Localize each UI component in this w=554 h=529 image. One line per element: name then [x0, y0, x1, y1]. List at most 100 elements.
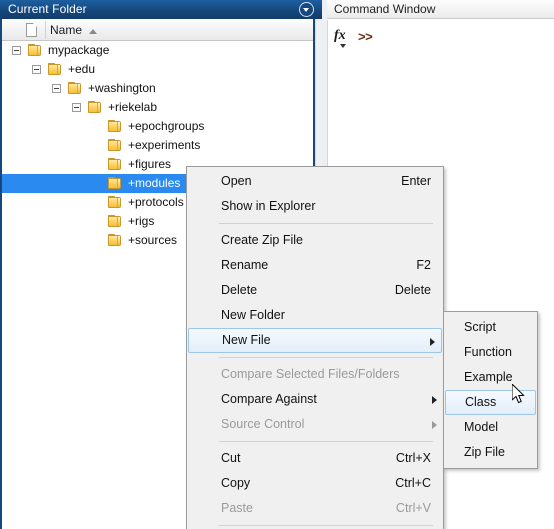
menu-item-label: Show in Explorer — [221, 199, 316, 213]
menu-item-label: Paste — [221, 501, 253, 515]
new-file-submenu[interactable]: Script Function Example Class Model Zip File — [443, 311, 538, 469]
menu-item[interactable]: Create Zip File — [187, 228, 443, 253]
folder-icon — [108, 120, 123, 133]
context-menu[interactable]: Open Enter Show in Explorer Create Zip File… — [186, 166, 444, 529]
submenu-item[interactable]: Function — [444, 340, 537, 365]
submenu-item[interactable]: Class — [445, 390, 536, 415]
tree-collapse-icon[interactable] — [32, 65, 41, 74]
submenu-item-label: Function — [464, 345, 512, 359]
tree-item-label: +modules — [128, 176, 181, 190]
menu-item-label: Delete — [221, 283, 258, 297]
submenu-item-label: Model — [464, 420, 499, 434]
tree-item-label: +rigs — [128, 214, 155, 228]
tree-item[interactable]: mypackage — [2, 41, 313, 60]
tree-item[interactable]: +epochgroups — [2, 117, 313, 136]
menu-item[interactable]: Open Enter — [187, 169, 443, 194]
folder-icon — [108, 215, 123, 228]
chevron-right-icon — [432, 421, 437, 429]
command-window-title: Command Window — [334, 2, 436, 16]
tree-item[interactable]: +washington — [2, 79, 313, 98]
tree-collapse-icon[interactable] — [12, 46, 21, 55]
menu-item-label: Copy — [221, 476, 251, 490]
tree-item-label: +riekelab — [108, 100, 158, 114]
column-header-row: Name — [2, 19, 320, 41]
command-window-titlebar: Command Window — [327, 0, 554, 19]
menu-item-shortcut: F2 — [416, 258, 431, 272]
menu-item-label: Open — [221, 174, 252, 188]
tree-item-label: +epochgroups — [128, 119, 205, 133]
folder-icon — [68, 82, 83, 95]
matlab-window: Current Folder Name mypackage +edu +washin… — [0, 0, 554, 529]
menu-item-label: Rename — [221, 258, 269, 272]
current-folder-title: Current Folder — [8, 2, 87, 16]
menu-separator — [219, 525, 433, 526]
menu-item[interactable]: Copy Ctrl+C — [187, 471, 443, 496]
folder-icon — [88, 101, 103, 114]
tree-item[interactable]: +riekelab — [2, 98, 313, 117]
tree-item-label: +washington — [88, 81, 156, 95]
command-prompt: >> — [358, 29, 373, 44]
fx-function-icon[interactable]: fx — [334, 28, 346, 44]
tree-item-label: +edu — [68, 62, 96, 76]
folder-icon — [108, 196, 123, 209]
current-folder-titlebar: Current Folder — [0, 0, 322, 19]
menu-item-shortcut: Ctrl+V — [395, 501, 431, 515]
tree-item-label: +sources — [128, 233, 178, 247]
submenu-item[interactable]: Model — [444, 415, 537, 440]
folder-icon — [108, 234, 123, 247]
chevron-down-circle-icon[interactable] — [299, 2, 314, 17]
folder-icon — [108, 177, 123, 190]
menu-item[interactable]: Compare Against — [187, 387, 443, 412]
folder-icon — [108, 158, 123, 171]
tree-item[interactable]: +edu — [2, 60, 313, 79]
menu-item-shortcut: Enter — [401, 174, 431, 188]
submenu-item[interactable]: Script — [444, 315, 537, 340]
tree-item-label: mypackage — [48, 43, 110, 57]
submenu-item-label: Example — [464, 370, 513, 384]
column-divider — [45, 21, 46, 39]
menu-separator — [219, 357, 433, 358]
tree-item[interactable]: +experiments — [2, 136, 313, 155]
menu-item: Compare Selected Files/Folders — [187, 362, 443, 387]
tree-item-label: +experiments — [128, 138, 201, 152]
menu-item-shortcut: Ctrl+X — [395, 451, 431, 465]
tree-item-label: +protocols — [128, 195, 184, 209]
chevron-right-icon — [432, 396, 437, 404]
menu-item-shortcut: Ctrl+C — [395, 476, 431, 490]
menu-item-label: Compare Against — [221, 392, 317, 406]
submenu-item-label: Zip File — [464, 445, 505, 459]
submenu-item-label: Class — [465, 395, 497, 409]
menu-separator — [219, 223, 433, 224]
submenu-item-label: Script — [464, 320, 496, 334]
tree-collapse-icon[interactable] — [72, 103, 81, 112]
menu-item[interactable]: Delete Delete — [187, 278, 443, 303]
folder-icon — [108, 139, 123, 152]
panel-left-border — [0, 19, 2, 529]
menu-item[interactable]: New Folder — [187, 303, 443, 328]
folder-icon — [48, 63, 63, 76]
menu-item-shortcut: Delete — [394, 283, 431, 297]
menu-separator — [219, 441, 433, 442]
menu-item[interactable]: Cut Ctrl+X — [187, 446, 443, 471]
menu-item-label: Source Control — [221, 417, 305, 431]
column-header-name[interactable]: Name — [50, 23, 82, 37]
sort-ascending-icon — [89, 29, 97, 34]
folder-icon — [28, 44, 43, 57]
menu-item-label: New Folder — [221, 308, 285, 322]
menu-item: Source Control — [187, 412, 443, 437]
page-icon — [26, 23, 37, 37]
submenu-item[interactable]: Zip File — [444, 440, 537, 465]
fx-caret-icon[interactable] — [340, 44, 346, 48]
menu-item[interactable]: Rename F2 — [187, 253, 443, 278]
menu-item-label: New File — [222, 333, 271, 347]
chevron-right-icon — [430, 338, 435, 346]
tree-item-label: +figures — [128, 157, 172, 171]
submenu-item[interactable]: Example — [444, 365, 537, 390]
menu-item-label: Compare Selected Files/Folders — [221, 367, 400, 381]
menu-item-label: Create Zip File — [221, 233, 303, 247]
menu-item: Paste Ctrl+V — [187, 496, 443, 521]
menu-item[interactable]: Show in Explorer — [187, 194, 443, 219]
tree-collapse-icon[interactable] — [52, 84, 61, 93]
menu-item-label: Cut — [221, 451, 241, 465]
menu-item[interactable]: New File — [188, 328, 442, 353]
